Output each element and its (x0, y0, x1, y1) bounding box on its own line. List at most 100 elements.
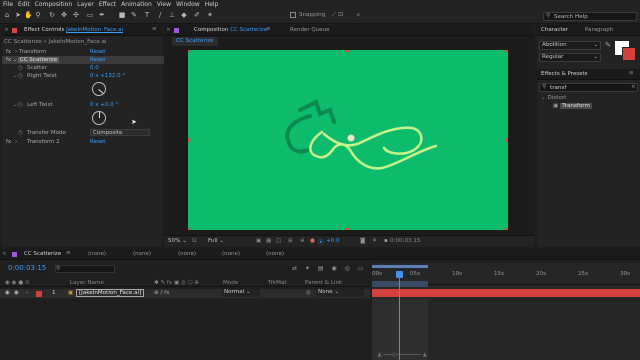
tab-none-3[interactable]: (none) (178, 251, 196, 257)
pan-behind-tool-icon[interactable]: ✣ (72, 11, 80, 20)
layer-row[interactable]: ◉ ◉ › 1 ▣ [JakeInMotion_Face.ai] ⊕ / fx … (0, 289, 370, 298)
tab-character[interactable]: Character (541, 27, 568, 33)
clone-stamp-icon[interactable]: ⊥ (168, 11, 176, 20)
mode-header[interactable]: Mode (223, 280, 238, 286)
exposure-icon[interactable]: ⦿ (318, 238, 324, 246)
zoom-tool-icon[interactable]: ⚲ (34, 11, 42, 20)
expand-icon[interactable]: » (356, 11, 364, 19)
audio-icon[interactable]: ◉ (14, 290, 19, 296)
panel-menu-icon[interactable]: ≡ (266, 26, 271, 32)
mask-tool-icon[interactable]: ▭ (86, 11, 94, 20)
tab-none-4[interactable]: (none) (222, 251, 240, 257)
stopwatch-icon[interactable]: ◷ (18, 102, 23, 108)
scatter-value[interactable]: 0.0 (90, 65, 99, 71)
tab-none-5[interactable]: (none) (266, 251, 284, 257)
comp-sub-tab[interactable]: CC Scatterize (172, 37, 218, 46)
search-help-field[interactable]: ⚲ Search Help (543, 12, 637, 21)
stopwatch-icon[interactable]: ◷ (18, 73, 23, 79)
menu-help[interactable]: Help (205, 1, 219, 8)
roto-brush-icon[interactable]: ✐ (193, 11, 201, 20)
camera-tool-icon[interactable]: ✥ (60, 11, 68, 20)
exposure-value[interactable]: +0.0 (326, 238, 340, 244)
tab-composition[interactable]: Composition CC Scatterize (194, 27, 267, 33)
pen-icon[interactable]: ✎ (130, 11, 138, 20)
timeline-switch-icons[interactable]: ⇄ ✦ ▤ ◉ ◎ ▭ (292, 265, 366, 272)
effects-search-field[interactable]: ⚲ transf × (539, 83, 638, 92)
stopwatch-icon[interactable]: ◷ (18, 130, 23, 136)
collapse-arrow-icon[interactable]: ⌄ (13, 57, 18, 63)
layer-name-header[interactable]: Layer Name (70, 280, 104, 286)
3d-renderer-icon[interactable]: ⊕ (300, 238, 305, 244)
effect-row-transform-2[interactable]: fx › Transform 2 Reset (2, 138, 164, 146)
parent-pickwhip-icon[interactable]: ◎ (306, 290, 311, 296)
reset-link[interactable]: Reset (90, 139, 105, 145)
layer-parent-dropdown[interactable]: None ⌄ (316, 289, 364, 297)
expand-arrow-icon[interactable]: › (26, 290, 28, 296)
magnification-dropdown[interactable]: 50% ⌄ (168, 238, 187, 244)
close-icon[interactable]: × (2, 251, 7, 257)
playhead-handle[interactable] (396, 271, 403, 278)
color-swatch-icon[interactable]: ▪ (384, 238, 388, 244)
panel-menu-icon[interactable]: ≡ (152, 26, 157, 32)
layer-mode-dropdown[interactable]: Normal ⌄ (222, 289, 260, 297)
tab-timeline-comp[interactable]: CC Scatterize (24, 251, 61, 257)
menu-animation[interactable]: Animation (121, 1, 152, 8)
transparency-grid-icon[interactable]: ▦ (266, 238, 271, 244)
expand-arrow-icon[interactable]: › (15, 49, 17, 55)
rectangle-tool-icon[interactable]: ■ (118, 11, 126, 20)
fit-icon[interactable]: ⊡ (192, 238, 197, 244)
tab-render-queue[interactable]: Render Queue (290, 27, 329, 33)
tab-none-2[interactable]: (none) (133, 251, 151, 257)
left-twist-dial[interactable] (92, 111, 106, 125)
collapse-arrow-icon[interactable]: ⌄ (13, 73, 18, 79)
menu-view[interactable]: View (157, 1, 171, 8)
layer-name[interactable]: [JakeInMotion_Face.ai] (76, 289, 145, 297)
hand-tool-icon[interactable]: ✋ (24, 11, 33, 20)
tab-none-1[interactable]: (none) (88, 251, 106, 257)
snapshot-icon[interactable]: ◙ (360, 238, 365, 244)
grid-guides-icon[interactable]: ⊞ (288, 238, 293, 244)
effect-row-transform[interactable]: fx › Transform Reset (2, 48, 164, 56)
layer-anchor-point[interactable] (347, 134, 355, 142)
rotate-tool-icon[interactable]: ↻ (48, 11, 56, 20)
transfer-mode-dropdown[interactable]: Composite (90, 129, 150, 136)
home-icon[interactable]: ⌂ (3, 11, 11, 20)
work-area-bar[interactable] (372, 265, 428, 268)
show-snapshot-icon[interactable]: ⚘ (372, 238, 377, 244)
panel-menu-icon[interactable]: ≡ (629, 70, 634, 76)
effect-row-cc-scatterize[interactable]: fx ⌄ CC Scatterize Reset (2, 56, 164, 64)
eraser-tool-icon[interactable]: ◆ (180, 11, 188, 20)
layer-label-color[interactable] (36, 291, 42, 297)
stroke-color-swatch[interactable] (622, 47, 636, 61)
brush-tool-icon[interactable]: / (156, 11, 164, 20)
close-icon[interactable]: × (4, 27, 9, 33)
panel-menu-icon[interactable]: ≡ (66, 250, 71, 256)
region-of-interest-icon[interactable]: ▣ (256, 238, 261, 244)
menu-composition[interactable]: Composition (35, 1, 72, 8)
resolution-dropdown[interactable]: Full ⌄ (208, 238, 248, 244)
menu-effect[interactable]: Effect (99, 1, 116, 8)
menu-layer[interactable]: Layer (77, 1, 94, 8)
category-distort[interactable]: ⌄ Distort (541, 95, 566, 101)
reset-link[interactable]: Reset (90, 57, 105, 63)
layer-switches[interactable]: ⊕ / fx (154, 290, 169, 296)
right-twist-value[interactable]: 0 x +132.0 ° (90, 73, 125, 79)
effect-item-transform[interactable]: ▣ Transform (553, 103, 592, 109)
type-tool-icon[interactable]: T (143, 11, 151, 20)
eyedropper-icon[interactable]: ✎ (605, 41, 611, 49)
menu-edit[interactable]: Edit (18, 1, 30, 8)
trkmat-header[interactable]: TrkMat (268, 280, 287, 286)
zoom-slider[interactable]: ◭ ───○──────── ◮ (378, 352, 426, 358)
fx-icon[interactable]: fx (6, 57, 11, 63)
parent-header[interactable]: Parent & Link (305, 280, 342, 286)
tab-effects-presets[interactable]: Effects & Presets (541, 71, 588, 77)
mask-visibility-icon[interactable]: ◫ (276, 238, 281, 244)
expand-arrow-icon[interactable]: › (15, 139, 17, 145)
font-family-dropdown[interactable]: Abolition ⌄ (539, 41, 601, 50)
fx-icon[interactable]: fx (6, 49, 11, 55)
selection-tool-icon[interactable]: ➤ (14, 11, 22, 20)
clear-search-icon[interactable]: × (631, 84, 636, 90)
playhead[interactable] (399, 271, 400, 360)
font-style-dropdown[interactable]: Regular ⌄ (539, 53, 601, 62)
left-twist-value[interactable]: 0 x +0.0 ° (90, 102, 118, 108)
